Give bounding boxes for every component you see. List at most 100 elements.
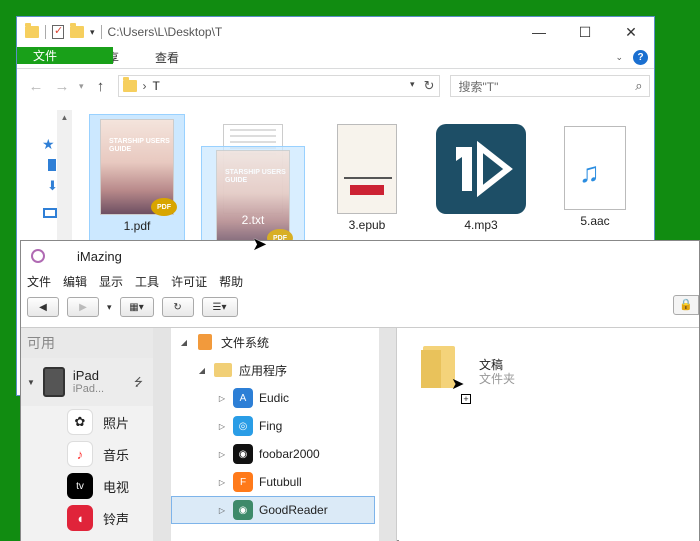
menu-file[interactable]: 文件 — [27, 273, 51, 290]
address-dropdown-icon[interactable]: ▾ — [410, 79, 415, 90]
epub-cover-thumbnail — [337, 124, 397, 214]
expand-triangle-icon[interactable]: ▼ — [27, 378, 35, 387]
tree-item-filesystem[interactable]: ◢ 文件系统 — [171, 328, 379, 356]
collapse-triangle-icon[interactable]: ◢ — [197, 366, 207, 375]
sidebar-item-music[interactable]: ♪ 音乐 — [21, 438, 153, 470]
search-input[interactable]: 搜索"T" ⌕ — [449, 75, 650, 97]
ringtone-icon: ◖ — [67, 505, 93, 531]
file-item[interactable]: STARSHIP USERS GUIDE PDF 1.pdf — [89, 114, 185, 244]
sidebar-item-photos[interactable]: ✿ 照片 — [21, 406, 153, 438]
file-item[interactable]: ♫ 5.aac — [547, 118, 643, 238]
mouse-cursor-icon: ➤ — [451, 376, 465, 393]
device-sidebar: 可用 ▼ iPad iPad... ⭍ ✿ 照片 ♪ 音乐 tv 电视 ◖ 铃声 — [21, 328, 153, 541]
recent-locations-caret-icon[interactable]: ▾ — [79, 81, 84, 92]
menu-help[interactable]: 帮助 — [219, 273, 243, 290]
tree-item-app[interactable]: ▷ ◉ foobar2000 — [171, 440, 379, 468]
forward-arrow-icon[interactable]: → — [53, 78, 71, 95]
tree-item-apps[interactable]: ◢ 应用程序 — [171, 356, 379, 384]
search-icon[interactable]: ⌕ — [635, 78, 642, 94]
properties-icon[interactable] — [52, 24, 64, 39]
tree-item-label: GoodReader — [259, 503, 328, 517]
breadcrumb-folder[interactable]: T — [153, 79, 160, 93]
pdf-cover-thumbnail: STARSHIP USERS GUIDE PDF — [100, 119, 177, 216]
menu-view[interactable]: 显示 — [99, 273, 123, 290]
ipad-icon — [42, 367, 65, 397]
expand-triangle-icon[interactable]: ▷ — [217, 422, 227, 431]
menu-edit[interactable]: 编辑 — [63, 273, 87, 290]
pdf-badge-icon: PDF — [151, 198, 177, 216]
apps-folder-icon — [213, 360, 233, 380]
help-icon[interactable]: ? — [633, 50, 648, 65]
cover-title: STARSHIP USERS GUIDE — [225, 169, 286, 184]
imazing-window: iMazing 文件 编辑 显示 工具 许可证 帮助 ◀ ▶ ▾ ▦▾ ↻ ☰▾… — [20, 240, 700, 541]
documents-icon[interactable] — [48, 159, 56, 171]
sidebar-item-label: 音乐 — [103, 447, 130, 463]
tree-item-app[interactable]: ▷ F Futubull — [171, 468, 379, 496]
sidebar-item-ringtones[interactable]: ◖ 铃声 — [21, 502, 153, 534]
tree-scrollbar[interactable] — [379, 328, 397, 541]
breadcrumb-chevron-icon[interactable]: › — [143, 79, 147, 93]
tree-item-app-selected[interactable]: ▷ ◉ GoodReader — [171, 496, 375, 524]
eudic-icon: A — [233, 388, 253, 408]
sidebar-item-label: 电视 — [103, 479, 130, 495]
tree-item-label: Fing — [259, 419, 283, 433]
futubull-icon: F — [233, 472, 253, 492]
music-icon: ♪ — [67, 441, 93, 467]
foobar2000-icon: ◉ — [233, 444, 253, 464]
collapse-triangle-icon[interactable]: ◢ — [179, 338, 189, 347]
address-bar[interactable]: › T ▾ ↻ — [117, 75, 440, 97]
file-name: 5.aac — [580, 214, 610, 228]
file-item[interactable]: 4.mp3 — [433, 118, 529, 238]
tree-item-label: 文件系统 — [221, 335, 270, 350]
audio-file-icon: ♫ — [564, 126, 626, 210]
photos-icon: ✿ — [67, 409, 93, 435]
expand-triangle-icon[interactable]: ▷ — [217, 506, 227, 515]
refresh-button[interactable]: ↻ — [161, 297, 194, 317]
folder-icon — [25, 23, 39, 38]
device-item[interactable]: ▼ iPad iPad... ⭍ — [21, 358, 153, 406]
close-button[interactable]: ✕ — [608, 17, 654, 47]
history-caret-icon[interactable]: ▾ — [107, 302, 112, 313]
window-title: C:\Users\L\Desktop\T — [107, 25, 223, 39]
expand-triangle-icon[interactable]: ▷ — [217, 394, 227, 403]
sidebar-header: 可用 — [21, 328, 153, 358]
forward-button[interactable]: ▶ — [67, 297, 99, 317]
list-options-button[interactable]: ☰▾ — [201, 297, 238, 317]
tab-file[interactable]: 文件 — [17, 47, 113, 64]
tree-item-app[interactable]: ▷ ◎ Fing — [171, 412, 379, 440]
lock-icon[interactable]: 🔒 — [673, 295, 699, 315]
this-pc-icon[interactable] — [43, 208, 57, 218]
expand-triangle-icon[interactable]: ▷ — [217, 450, 227, 459]
goodreader-icon: ◉ — [233, 500, 253, 520]
tree-item-app[interactable]: ▷ A Eudic — [171, 384, 379, 412]
back-arrow-icon[interactable]: ← — [27, 78, 45, 95]
quick-access-star-icon[interactable]: ★ — [42, 136, 55, 153]
menu-bar: 文件 编辑 显示 工具 许可证 帮助 — [21, 271, 699, 291]
sidebar-item-tv[interactable]: tv 电视 — [21, 470, 153, 502]
nav-scrollbar[interactable]: ▲ — [57, 110, 72, 240]
separator — [100, 25, 102, 39]
search-placeholder: 搜索"T" — [458, 79, 499, 94]
downloads-icon[interactable]: ⬇ — [47, 178, 58, 194]
file-tree: ◢ 文件系统 ◢ 应用程序 ▷ A Eudic ▷ ◎ Fing ▷ ◉ foo… — [171, 328, 379, 541]
toolbar: ◀ ▶ ▾ ▦▾ ↻ ☰▾ — [21, 291, 699, 323]
customize-toolbar-caret-icon[interactable]: ▾ — [90, 27, 95, 38]
view-mode-button[interactable]: ▦▾ — [119, 297, 154, 317]
menu-license[interactable]: 许可证 — [171, 273, 207, 290]
window-controls: — ☐ ✕ — [516, 17, 654, 47]
up-arrow-icon[interactable]: ↑ — [92, 78, 110, 95]
sidebar-item-label: 照片 — [103, 415, 130, 431]
sidebar-scrollbar[interactable] — [153, 328, 171, 541]
tab-view[interactable]: 查看 — [137, 47, 197, 68]
file-name: 1.pdf — [123, 219, 151, 233]
expand-ribbon-icon[interactable]: ⌄ — [615, 52, 623, 63]
menu-tools[interactable]: 工具 — [135, 273, 159, 290]
new-folder-icon[interactable] — [70, 23, 84, 38]
expand-triangle-icon[interactable]: ▷ — [217, 478, 227, 487]
maximize-button[interactable]: ☐ — [562, 17, 608, 47]
file-item[interactable]: 3.epub — [319, 118, 415, 238]
refresh-icon[interactable]: ↻ — [424, 78, 435, 94]
minimize-button[interactable]: — — [516, 17, 562, 47]
back-button[interactable]: ◀ — [27, 297, 59, 317]
scroll-up-icon[interactable]: ▲ — [57, 110, 72, 122]
